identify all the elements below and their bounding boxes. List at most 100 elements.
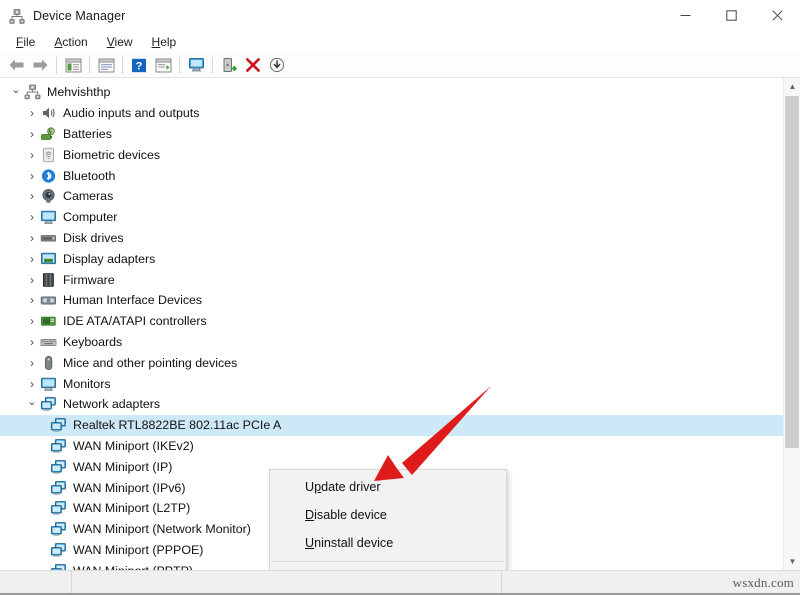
ctx-uninstall-device-rest: ninstall device <box>314 536 393 550</box>
tree-root-mehvishthp[interactable]: Mehvishthp <box>0 82 783 103</box>
toolbar-separator <box>56 57 57 74</box>
hid-icon <box>40 292 57 308</box>
menu-bar: File Action View Help <box>0 31 800 53</box>
tree-item-label: Biometric devices <box>63 147 160 163</box>
network-adapter-icon <box>50 542 67 558</box>
chevron-right-icon[interactable] <box>24 273 40 287</box>
monitor-icon <box>40 376 57 392</box>
chevron-right-icon[interactable] <box>24 189 40 203</box>
tree-item-label: Bluetooth <box>63 168 115 184</box>
properties-icon[interactable] <box>94 54 118 76</box>
tree-item-ide-ata-atapi-controllers[interactable]: IDE ATA/ATAPI controllers <box>0 311 783 332</box>
bluetooth-icon <box>40 168 57 184</box>
scroll-up-icon[interactable]: ▲ <box>784 78 800 95</box>
device-manager-window: Device Manager File Action View Help <box>0 0 800 595</box>
tree-item-label: Monitors <box>63 376 111 392</box>
tree-item-bluetooth[interactable]: Bluetooth <box>0 165 783 186</box>
tree-item-label: Keyboards <box>63 334 122 350</box>
tree-item-realtek-adapter[interactable]: Realtek RTL8822BE 802.11ac PCIe A <box>0 415 783 436</box>
tree-item-label: Cameras <box>63 188 113 204</box>
scroll-down-icon[interactable]: ▼ <box>784 553 800 570</box>
display-adapter-icon <box>40 251 57 267</box>
tree-item-biometric-devices[interactable]: Biometric devices <box>0 144 783 165</box>
show-hide-console-tree-icon[interactable] <box>61 54 85 76</box>
chevron-right-icon[interactable] <box>24 148 40 162</box>
ide-controller-icon <box>40 313 57 329</box>
toolbar-separator <box>179 57 180 74</box>
context-menu-item-update-driver[interactable]: Update driver <box>270 473 506 501</box>
update-driver-icon[interactable] <box>151 54 175 76</box>
context-menu-item-uninstall-device[interactable]: Uninstall device <box>270 529 506 557</box>
network-adapter-icon <box>50 417 67 433</box>
tree-item-disk-drives[interactable]: Disk drives <box>0 228 783 249</box>
uninstall-device-icon[interactable] <box>241 54 265 76</box>
svg-text:?: ? <box>136 60 143 72</box>
chevron-right-icon[interactable] <box>24 127 40 141</box>
tree-item-label: IDE ATA/ATAPI controllers <box>63 313 207 329</box>
tree-item-mice-and-other-pointing-devices[interactable]: Mice and other pointing devices <box>0 352 783 373</box>
tree-item-label: Computer <box>63 209 117 225</box>
help-icon[interactable]: ? <box>127 54 151 76</box>
close-icon[interactable] <box>754 0 800 31</box>
tree-item-wan-miniport-ikev2[interactable]: WAN Miniport (IKEv2) <box>0 436 783 457</box>
tree-item-label: WAN Miniport (IP) <box>73 459 172 475</box>
context-menu: Update driver Disable device Uninstall d… <box>269 469 507 570</box>
menu-file[interactable]: File <box>7 32 45 52</box>
tree-item-keyboards[interactable]: Keyboards <box>0 332 783 353</box>
disable-device-icon[interactable] <box>265 54 289 76</box>
tree-item-network-adapters[interactable]: Network adapters <box>0 394 783 415</box>
device-manager-icon <box>9 8 25 24</box>
scrollbar-thumb[interactable] <box>785 96 799 448</box>
menu-help[interactable]: Help <box>143 32 187 52</box>
tree-item-display-adapters[interactable]: Display adapters <box>0 248 783 269</box>
chevron-right-icon[interactable] <box>24 314 40 328</box>
toolbar: ? <box>0 53 800 78</box>
vertical-scrollbar[interactable]: ▲ ▼ <box>783 78 800 570</box>
watermark: wsxdn.com <box>733 575 794 591</box>
enable-device-icon[interactable] <box>217 54 241 76</box>
status-cell-middle <box>72 571 502 593</box>
tree-item-batteries[interactable]: Batteries <box>0 124 783 145</box>
tree-item-label: Firmware <box>63 272 115 288</box>
menu-view-rest: iew <box>115 35 133 49</box>
tree-item-label: Network adapters <box>63 396 160 412</box>
tree-item-computer[interactable]: Computer <box>0 207 783 228</box>
back-icon[interactable] <box>4 54 28 76</box>
minimize-icon[interactable] <box>662 0 708 31</box>
menu-view[interactable]: View <box>98 32 143 52</box>
chevron-right-icon[interactable] <box>24 377 40 391</box>
tree-item-human-interface-devices[interactable]: Human Interface Devices <box>0 290 783 311</box>
tree-item-monitors[interactable]: Monitors <box>0 373 783 394</box>
tree-item-firmware[interactable]: Firmware <box>0 269 783 290</box>
chevron-right-icon[interactable] <box>24 106 40 120</box>
monitor-icon <box>40 209 57 225</box>
tree-item-audio-inputs-and-outputs[interactable]: Audio inputs and outputs <box>0 103 783 124</box>
chevron-right-icon[interactable] <box>24 293 40 307</box>
chevron-right-icon[interactable] <box>24 335 40 349</box>
speaker-icon <box>40 105 57 121</box>
keyboard-icon <box>40 334 57 350</box>
menu-action[interactable]: Action <box>45 32 97 52</box>
maximize-icon[interactable] <box>708 0 754 31</box>
toolbar-separator <box>122 57 123 74</box>
ctx-disable-device-rest: isable device <box>314 508 387 522</box>
chevron-right-icon[interactable] <box>24 210 40 224</box>
window-title: Device Manager <box>33 9 125 23</box>
tree-item-label: WAN Miniport (PPTP) <box>73 563 193 570</box>
context-menu-item-scan-for-hardware-changes[interactable]: Scan for hardware changes <box>270 566 506 570</box>
tree-item-label: WAN Miniport (PPPOE) <box>73 542 203 558</box>
chevron-right-icon[interactable] <box>24 169 40 183</box>
chevron-right-icon[interactable] <box>24 252 40 266</box>
forward-icon[interactable] <box>28 54 52 76</box>
tree-item-label: WAN Miniport (IPv6) <box>73 480 185 496</box>
chevron-right-icon[interactable] <box>24 356 40 370</box>
tree-item-label: Batteries <box>63 126 112 142</box>
context-menu-item-disable-device[interactable]: Disable device <box>270 501 506 529</box>
tree-item-label: Realtek RTL8822BE 802.11ac PCIe A <box>73 417 281 433</box>
tree-item-cameras[interactable]: Cameras <box>0 186 783 207</box>
device-tree[interactable]: Mehvishthp Audio inputs and outputs <box>0 78 783 570</box>
chevron-right-icon[interactable] <box>24 231 40 245</box>
chevron-down-icon[interactable] <box>8 86 24 99</box>
chevron-down-icon[interactable] <box>24 398 40 411</box>
scan-hardware-changes-icon[interactable] <box>184 54 208 76</box>
